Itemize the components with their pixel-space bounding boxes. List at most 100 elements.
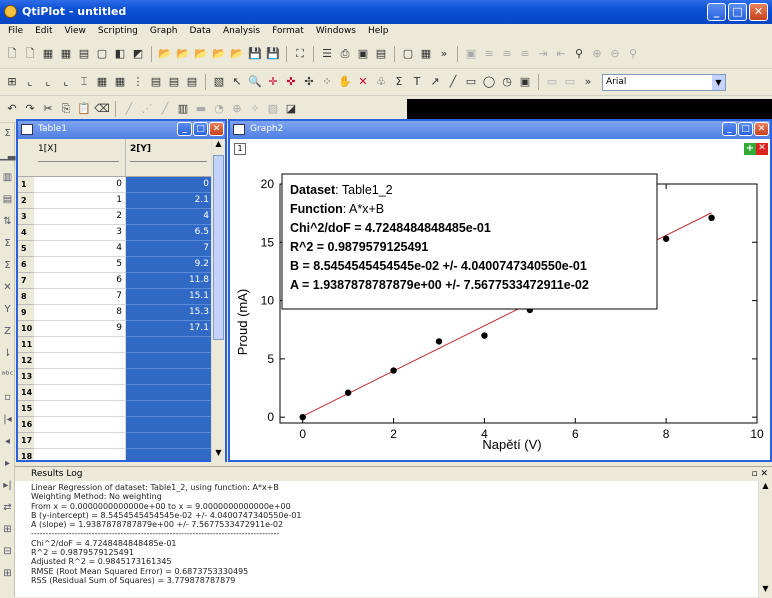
first-icon[interactable]: |◂ (0, 409, 15, 431)
column-header-y[interactable]: 2[Y] (126, 139, 213, 177)
zoom-in-icon[interactable]: ⊕ (589, 46, 605, 62)
table-row[interactable]: 547 (18, 241, 213, 257)
cell-y[interactable]: 11.8 (126, 273, 213, 289)
data-point[interactable] (299, 413, 306, 421)
row-number[interactable]: 12 (18, 353, 34, 369)
cell-y[interactable] (126, 353, 213, 369)
row-number[interactable]: 5 (18, 241, 34, 257)
move-hand-icon[interactable]: ✋ (337, 74, 353, 90)
new-note-icon[interactable]: 🗋 (22, 46, 38, 62)
cell-x[interactable]: 4 (34, 241, 126, 257)
bar-icon[interactable]: ▥ (0, 167, 15, 189)
line-tool-icon[interactable]: ╱ (445, 74, 461, 90)
bar-chart-icon[interactable]: ▥ (175, 101, 191, 117)
remove-points-icon[interactable]: ✕ (355, 74, 371, 90)
error-icon[interactable]: ⇂ (0, 343, 15, 365)
import-data-icon[interactable]: 📂 (229, 46, 245, 62)
cell-x[interactable]: 7 (34, 289, 126, 305)
pointer-tool-icon[interactable]: ↖ (229, 74, 245, 90)
table-row[interactable]: 17 (18, 433, 213, 449)
export-pdf-icon[interactable]: ▣ (355, 46, 371, 62)
undo-list-icon[interactable]: ▤ (373, 46, 389, 62)
indent-icon[interactable]: ⇥ (535, 46, 551, 62)
cell-x[interactable] (34, 369, 126, 385)
column-header-x[interactable]: 1[X] (34, 139, 126, 177)
row-number[interactable]: 1 (18, 177, 34, 193)
insert-col-icon[interactable]: ⊟ (0, 541, 15, 563)
graph-window-titlebar[interactable]: Graph2 _ □ ✕ (230, 121, 770, 139)
plot-canvas[interactable]: Proud (mA) Napětí (V) 0 2 4 6 8 10 0 5 10 15 20 Da… (230, 140, 770, 460)
sigma-tool-icon[interactable]: Σ (0, 123, 15, 145)
new-plot-icon[interactable]: ◩ (130, 46, 146, 62)
table-row[interactable]: 11 (18, 337, 213, 353)
pie-icon[interactable]: ◔ (211, 101, 227, 117)
align-center-icon[interactable]: ≡ (499, 46, 515, 62)
table-close-button[interactable]: ✕ (209, 122, 224, 136)
swap-axes-icon[interactable]: ⌞ (58, 74, 74, 90)
table-row[interactable]: 14 (18, 385, 213, 401)
font-select[interactable]: Arial ▼ (602, 73, 726, 91)
plot-wizard-icon[interactable]: ▦ (94, 74, 110, 90)
cell-y[interactable]: 15.1 (126, 289, 213, 305)
table-row[interactable]: 16 (18, 417, 213, 433)
column-chart-icon[interactable]: ▁▃ (0, 145, 15, 167)
new-project-icon[interactable]: 🗋 (4, 46, 20, 62)
table-row[interactable]: 7 6 11.8 (18, 273, 213, 289)
area-icon[interactable]: ▬ (193, 101, 209, 117)
table-row[interactable]: 12 (18, 353, 213, 369)
results-log-text[interactable]: Linear Regression of dataset: Table1_2, … (31, 483, 757, 598)
table-row[interactable]: 2 1 2.1 (18, 193, 213, 209)
layout-icon[interactable]: ▦ (112, 74, 128, 90)
console-icon[interactable]: ▣ (463, 46, 479, 62)
menu-data[interactable]: Data (184, 24, 218, 40)
app-title-bar[interactable]: QtiPlot - untitled _ □ ✕ (0, 0, 772, 24)
row-number[interactable]: 9 (18, 305, 34, 321)
table-row[interactable]: 9 8 15.3 (18, 305, 213, 321)
row-number[interactable]: 13 (18, 369, 34, 385)
menu-format[interactable]: Format (266, 24, 310, 40)
arrow-tool-icon[interactable]: ↗ (427, 74, 443, 90)
cell-x[interactable] (34, 433, 126, 449)
table-row[interactable]: 13 (18, 369, 213, 385)
data-tools-icon[interactable]: ▧ (211, 74, 227, 90)
graph-close-button[interactable]: ✕ (754, 122, 769, 136)
last-icon[interactable]: ▸| (0, 475, 15, 497)
table-row[interactable]: 8 7 15.1 (18, 289, 213, 305)
insert-row-icon[interactable]: ⊞ (0, 519, 15, 541)
arrange-layers-icon[interactable]: ⌞ (22, 74, 38, 90)
row-number[interactable]: 10 (18, 321, 34, 337)
copy-icon[interactable]: ⎘ (58, 101, 74, 117)
delete-icon[interactable]: ⌫ (94, 101, 110, 117)
table-row[interactable]: 100 (18, 177, 213, 193)
table-window[interactable]: Table1 _ □ ✕ 1[X] 2[Y] 1 0 0 2 1 2.1 3 2 4 4 3 6.5 5… (16, 119, 227, 462)
plot3d-icon[interactable]: ◪ (283, 101, 299, 117)
graph-window[interactable]: Graph2 _ □ ✕ 1 + ✕ Proud (mA) Napětí (V)… (228, 119, 772, 462)
menu-graph[interactable]: Graph (144, 24, 184, 40)
cell-x[interactable]: 3 (34, 225, 126, 241)
cell-x[interactable] (34, 385, 126, 401)
open-template-icon[interactable]: 📂 (175, 46, 191, 62)
data-reader-icon[interactable]: ✛ (265, 74, 281, 90)
formula-bar[interactable] (407, 99, 772, 119)
results-log-header[interactable]: Results Log ▫ ✕ (15, 467, 772, 481)
scroll-thumb[interactable] (213, 155, 224, 340)
menu-edit[interactable]: Edit (29, 24, 58, 40)
z-axis-icon[interactable]: Z (0, 321, 15, 343)
new-function-icon[interactable]: ▢ (94, 46, 110, 62)
cell-x[interactable]: 1 (34, 193, 126, 209)
row-number[interactable]: 18 (18, 449, 34, 460)
graph2-icon[interactable]: ▤ (166, 74, 182, 90)
minimize-button[interactable]: _ (707, 3, 726, 21)
menu-windows[interactable]: Windows (310, 24, 362, 40)
scroll-up-icon[interactable]: ▲ (212, 139, 225, 153)
screen-reader-icon[interactable]: ✜ (283, 74, 299, 90)
move-icon[interactable]: ⊞ (0, 563, 15, 585)
more-icon[interactable]: » (436, 46, 452, 62)
results-scroll-up-icon[interactable]: ▲ (759, 481, 772, 495)
menu-view[interactable]: View (59, 24, 92, 40)
add-axes-icon[interactable]: ⌞ (40, 74, 56, 90)
new-graph-icon[interactable]: ▤ (76, 46, 92, 62)
data-point[interactable] (708, 214, 715, 222)
import-icon[interactable]: 📂 (193, 46, 209, 62)
maximize-button[interactable]: □ (728, 3, 747, 21)
